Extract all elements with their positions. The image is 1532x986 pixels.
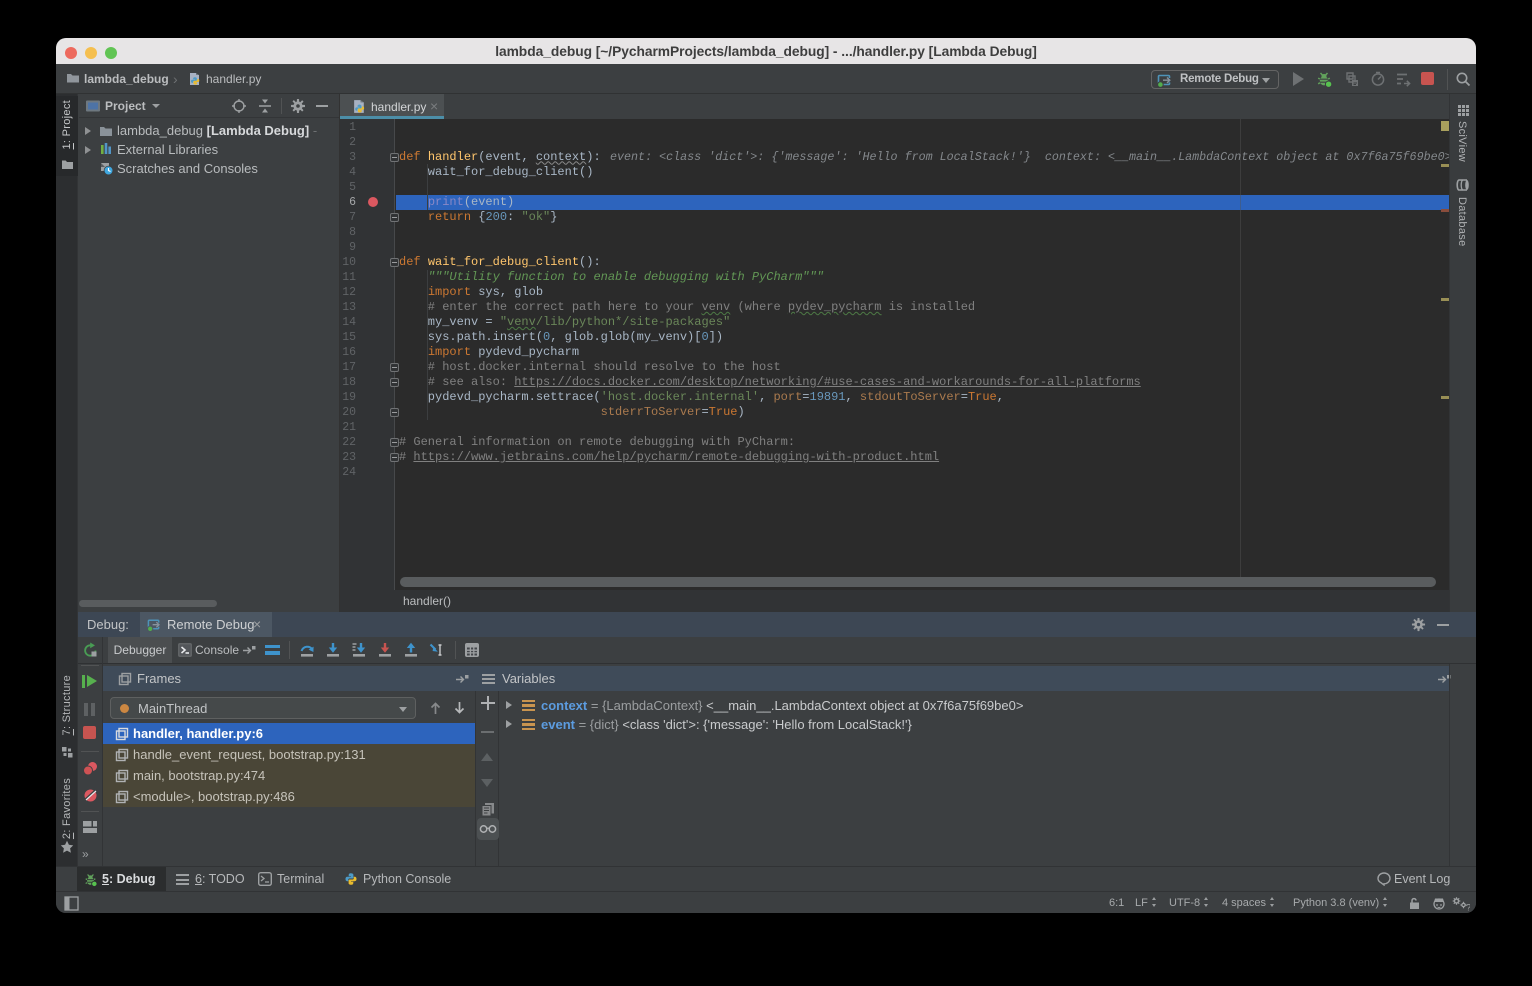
svg-text:?: ? [1466,903,1470,912]
